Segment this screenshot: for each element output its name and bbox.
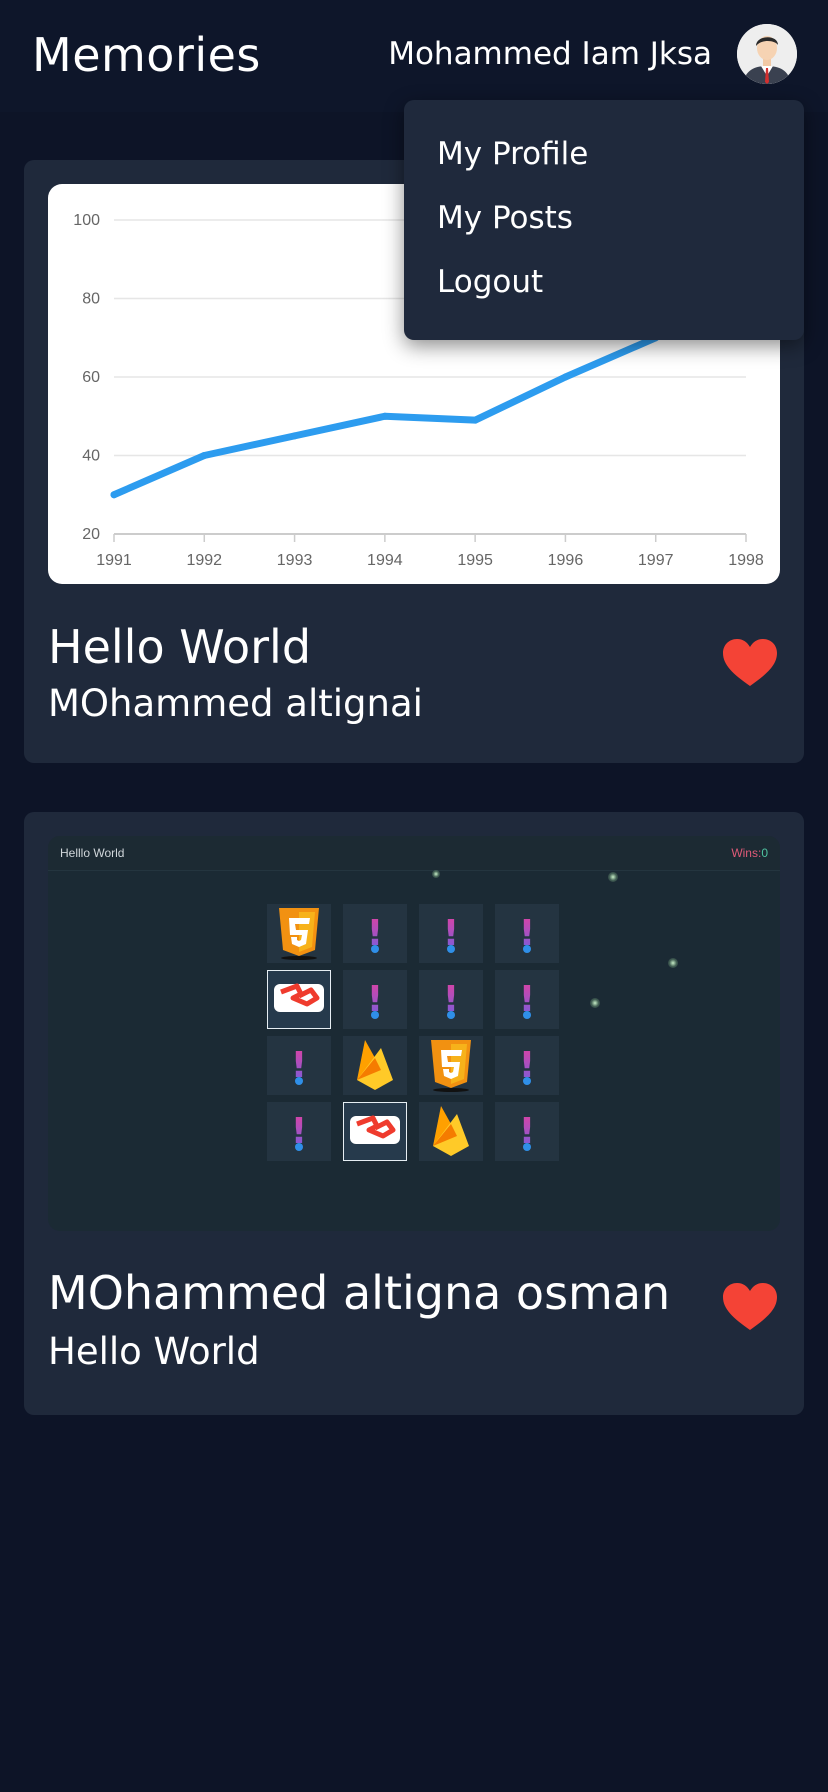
y-tick-label: 100 — [73, 212, 100, 229]
game-title: Helllo World — [60, 846, 125, 860]
game-tile-hidden[interactable]: ! — [495, 904, 559, 963]
x-tick-label: 1996 — [548, 552, 584, 569]
exclamation-icon: ! — [518, 912, 536, 954]
menu-item-my-profile[interactable]: My Profile — [437, 136, 588, 172]
data-point — [200, 452, 208, 459]
game-tile-revealed[interactable] — [419, 1102, 483, 1161]
avatar-person-icon — [737, 24, 797, 84]
wins-counter: Wins:0 — [731, 846, 768, 860]
exclamation-icon: ! — [366, 912, 384, 954]
x-tick-label: 1991 — [96, 552, 132, 569]
wins-label: Wins: — [731, 846, 762, 860]
sparkle — [432, 870, 440, 878]
game-tile-hidden[interactable]: ! — [419, 970, 483, 1029]
y-tick-label: 40 — [82, 448, 100, 465]
exclamation-icon: ! — [290, 1110, 308, 1152]
exclamation-icon: ! — [366, 978, 384, 1020]
heart-icon — [723, 1283, 777, 1330]
y-tick-label: 60 — [82, 369, 100, 386]
game-tile-revealed[interactable] — [267, 970, 331, 1029]
post-title: MOhammed altigna osman — [48, 1266, 671, 1320]
html5-icon — [271, 904, 327, 964]
game-tile-revealed[interactable] — [343, 1102, 407, 1161]
game-tile-hidden[interactable]: ! — [267, 1036, 331, 1095]
exclamation-icon: ! — [442, 912, 460, 954]
firebase-icon — [427, 1102, 475, 1162]
avatar[interactable] — [737, 24, 797, 84]
user-dropdown-menu: My Profile My Posts Logout — [404, 100, 804, 340]
exclamation-icon: ! — [518, 1110, 536, 1152]
menu-item-logout[interactable]: Logout — [437, 264, 543, 300]
data-point — [381, 412, 389, 420]
post-card[interactable]: Helllo World Wins:0 !!!!!!!!!! MOhammed … — [24, 812, 804, 1415]
heart-icon — [723, 639, 777, 686]
memory-game-grid: !!!!!!!!!! — [267, 904, 567, 1164]
post-author: MOhammed altignai — [48, 682, 423, 725]
y-tick-label: 80 — [82, 291, 100, 308]
post-title: Hello World — [48, 620, 312, 674]
game-tile-hidden[interactable]: ! — [495, 1036, 559, 1095]
data-point — [471, 416, 479, 424]
game-tile-revealed[interactable] — [419, 1036, 483, 1095]
sparkle — [668, 958, 678, 968]
laravel-icon — [347, 1110, 403, 1154]
exclamation-icon: ! — [518, 978, 536, 1020]
game-header: Helllo World Wins:0 — [48, 836, 780, 871]
menu-item-my-posts[interactable]: My Posts — [437, 200, 573, 236]
x-tick-label: 1994 — [367, 552, 403, 569]
x-tick-label: 1998 — [728, 552, 764, 569]
x-tick-label: 1995 — [457, 552, 493, 569]
like-button[interactable] — [721, 1282, 779, 1332]
x-tick-label: 1992 — [186, 552, 222, 569]
game-tile-hidden[interactable]: ! — [343, 970, 407, 1029]
exclamation-icon: ! — [290, 1044, 308, 1086]
game-tile-hidden[interactable]: ! — [495, 970, 559, 1029]
app-header: Memories Mohammed Iam Jksa — [0, 0, 828, 112]
game-tile-hidden[interactable]: ! — [495, 1102, 559, 1161]
x-tick-label: 1993 — [277, 552, 313, 569]
exclamation-icon: ! — [518, 1044, 536, 1086]
firebase-icon — [351, 1036, 399, 1096]
data-point — [291, 432, 299, 440]
app-title[interactable]: Memories — [32, 28, 261, 82]
y-tick-label: 20 — [82, 526, 100, 543]
exclamation-icon: ! — [442, 978, 460, 1020]
game-tile-hidden[interactable]: ! — [419, 904, 483, 963]
data-point — [110, 491, 118, 499]
sparkle — [590, 998, 600, 1008]
game-tile-revealed[interactable] — [267, 904, 331, 963]
data-point — [561, 373, 569, 381]
html5-icon — [423, 1036, 479, 1096]
post-image-game: Helllo World Wins:0 !!!!!!!!!! — [48, 836, 780, 1231]
game-tile-revealed[interactable] — [343, 1036, 407, 1095]
sparkle — [608, 872, 618, 882]
laravel-icon — [271, 978, 327, 1022]
game-tile-hidden[interactable]: ! — [267, 1102, 331, 1161]
wins-value: 0 — [761, 846, 768, 860]
game-tile-hidden[interactable]: ! — [343, 904, 407, 963]
user-name[interactable]: Mohammed Iam Jksa — [388, 36, 712, 72]
post-author: Hello World — [48, 1330, 260, 1373]
x-tick-label: 1997 — [638, 552, 674, 569]
like-button[interactable] — [721, 638, 779, 688]
